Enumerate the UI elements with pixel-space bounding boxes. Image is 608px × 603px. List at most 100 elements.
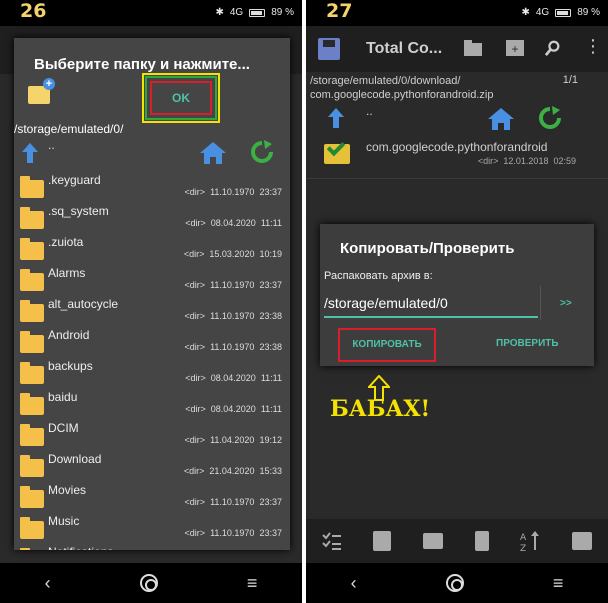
network-label: 4G xyxy=(229,7,244,18)
folder-name: Alarms xyxy=(48,266,86,280)
folder-meta: <dir> 08.04.2020 11:11 xyxy=(185,404,282,414)
file-icon[interactable] xyxy=(373,531,392,551)
step-number: 26 xyxy=(20,0,47,22)
parent-dir-label: .. xyxy=(48,138,55,152)
save-icon[interactable] xyxy=(318,38,340,60)
refresh-icon[interactable] xyxy=(538,106,562,130)
folder-icon xyxy=(20,238,44,260)
folder-icon xyxy=(20,424,44,446)
menu-button[interactable]: ≡ xyxy=(247,573,258,594)
new-folder-icon[interactable] xyxy=(28,78,55,104)
dialog-title: Выберите папку и нажмите... xyxy=(34,56,250,73)
folder-icon xyxy=(20,393,44,415)
list-item[interactable]: .sq_system <dir> 08.04.2020 11:11 xyxy=(14,201,290,232)
right-screenshot: 27 ✱ 4G 89 % Total Co... + ⋮ /storage/em… xyxy=(306,0,608,603)
folder-name: .zuiota xyxy=(48,235,84,249)
list-item[interactable]: Android <dir> 11.10.1970 23:38 xyxy=(14,325,290,356)
folder-name: Music xyxy=(48,514,80,528)
home-button[interactable] xyxy=(139,574,158,592)
folder-name: Download xyxy=(48,452,102,466)
folder-meta: <dir> 11.10.1970 23:37 xyxy=(184,280,282,290)
folder-icon xyxy=(20,207,44,229)
list-item[interactable]: Alarms <dir> 11.10.1970 23:37 xyxy=(14,263,290,294)
parent-dir-label: .. xyxy=(366,104,373,118)
list-item[interactable]: Movies <dir> 11.10.1970 23:37 xyxy=(14,480,290,511)
back-button[interactable]: ‹ xyxy=(45,573,51,594)
bluetooth-icon: ✱ xyxy=(521,7,530,18)
folder-name: baidu xyxy=(48,390,78,404)
swap-panels-icon[interactable] xyxy=(572,532,593,550)
refresh-icon[interactable] xyxy=(250,140,274,164)
check-button[interactable]: ПРОВЕРИТЬ xyxy=(496,338,559,349)
bluetooth-icon: ✱ xyxy=(215,7,224,18)
list-item[interactable]: alt_autocycle <dir> 11.10.1970 23:38 xyxy=(14,294,290,325)
list-item[interactable]: baidu <dir> 08.04.2020 11:11 xyxy=(14,387,290,418)
list-item[interactable]: Download <dir> 21.04.2020 15:33 xyxy=(14,449,290,480)
system-nav-bar: ‹ ≡ xyxy=(0,563,302,603)
bottom-toolbar: AZ xyxy=(306,519,608,563)
folder-meta: <dir> 15.03.2020 10:19 xyxy=(183,249,282,259)
home-icon[interactable] xyxy=(488,108,514,130)
select-list-icon[interactable] xyxy=(322,531,342,551)
battery-label: 89 % xyxy=(271,7,294,18)
folder-icon xyxy=(20,517,44,539)
folder-meta: <dir> 11.04.2020 19:12 xyxy=(184,435,282,445)
folder-icon xyxy=(20,486,44,508)
folder-icon xyxy=(20,300,44,322)
zip-file-row[interactable]: com.googlecode.pythonforandroid <dir> 12… xyxy=(306,136,608,172)
browse-button[interactable]: >> xyxy=(560,298,572,309)
folder-icon xyxy=(20,362,44,384)
home-icon[interactable] xyxy=(200,142,226,164)
folder-meta: <dir> 11.10.1970 23:37 xyxy=(184,187,282,197)
folder-name: .sq_system xyxy=(48,204,109,218)
folder-icon xyxy=(20,331,44,353)
battery-label: 89 % xyxy=(577,7,600,18)
list-item[interactable]: backups <dir> 08.04.2020 11:11 xyxy=(14,356,290,387)
left-screenshot: 26 ✱ 4G 89 % Выберите папку и нажмите...… xyxy=(0,0,302,603)
dialog-title: Копировать/Проверить xyxy=(340,240,515,257)
file-meta: <dir> 12.01.2018 02:59 xyxy=(477,156,576,166)
folder-name: Movies xyxy=(48,483,87,497)
extract-label: Распаковать архив в: xyxy=(324,270,433,282)
folder-icon xyxy=(20,176,44,198)
file-name: com.googlecode.pythonforandroid xyxy=(366,140,548,154)
select-folder-dialog: Выберите папку и нажмите... OK /storage/… xyxy=(14,38,290,550)
list-item[interactable]: .zuiota <dir> 15.03.2020 10:19 xyxy=(14,232,290,263)
copy-check-dialog: Копировать/Проверить Распаковать архив в… xyxy=(320,224,594,366)
up-arrow-icon[interactable] xyxy=(22,143,38,163)
copy-button[interactable]: КОПИРОВАТЬ xyxy=(338,328,436,362)
extract-path-input[interactable] xyxy=(324,290,538,318)
parent-row[interactable]: .. xyxy=(306,104,608,136)
home-button[interactable] xyxy=(445,574,464,592)
parent-row[interactable]: .. xyxy=(14,138,290,168)
item-count: 1/1 xyxy=(562,74,578,86)
bookmark-icon[interactable]: + xyxy=(506,40,524,56)
folder-name: alt_autocycle xyxy=(48,297,119,311)
menu-button[interactable]: ≡ xyxy=(553,573,564,594)
up-arrow-icon[interactable] xyxy=(328,108,344,128)
folder-meta: <dir> 11.10.1970 23:38 xyxy=(184,311,282,321)
back-button[interactable]: ‹ xyxy=(351,573,357,594)
search-icon[interactable] xyxy=(544,40,562,56)
list-item[interactable]: DCIM <dir> 11.04.2020 19:12 xyxy=(14,418,290,449)
ok-button[interactable]: OK xyxy=(150,81,212,115)
sort-icon[interactable]: AZ xyxy=(520,530,540,552)
folder-icon[interactable] xyxy=(464,40,482,56)
folder-name: DCIM xyxy=(48,421,79,435)
list-item[interactable]: .keyguard <dir> 11.10.1970 23:37 xyxy=(14,170,290,201)
annotation-text: БАБАХ! xyxy=(330,396,431,422)
system-nav-bar: ‹ ≡ xyxy=(306,563,608,603)
folder-name: Notifications xyxy=(48,545,113,550)
list-item[interactable]: Music <dir> 11.10.1970 23:37 xyxy=(14,511,290,542)
folder-name: backups xyxy=(48,359,93,373)
more-icon[interactable]: ⋮ xyxy=(584,36,602,57)
list-item[interactable]: Notifications xyxy=(14,542,290,550)
app-toolbar: Total Co... + ⋮ xyxy=(306,26,608,72)
status-bar: 27 ✱ 4G 89 % xyxy=(306,0,608,26)
app-title: Total Co... xyxy=(366,40,443,57)
svg-text:Z: Z xyxy=(520,544,526,552)
battery-icon xyxy=(249,8,266,17)
trash-icon[interactable] xyxy=(474,531,489,551)
archive-icon[interactable] xyxy=(423,533,444,549)
current-path: /storage/emulated/0/download/ com.google… xyxy=(310,75,494,101)
